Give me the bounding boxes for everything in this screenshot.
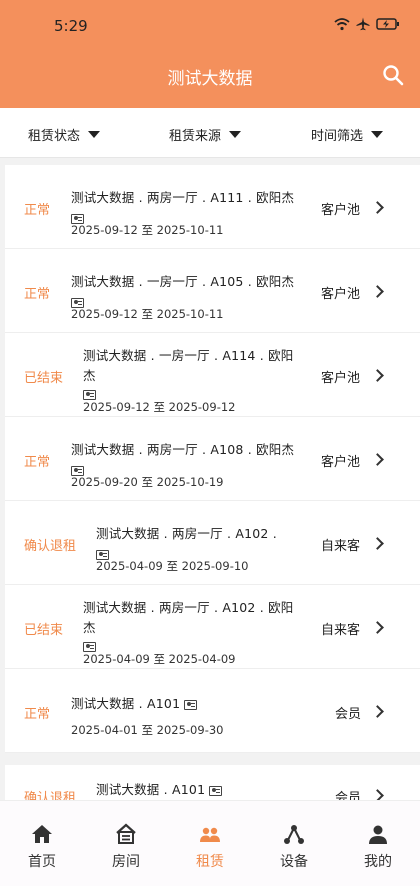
- filter-label: 租赁来源: [169, 129, 222, 144]
- filter-label: 租赁状态: [28, 129, 81, 144]
- caret-down-icon: [229, 131, 242, 138]
- lease-dates: 2025-04-01 至 2025-09-30: [71, 723, 224, 737]
- lease-info: 测试大数据 . A101 2025-04-01 至 2025-09-30: [71, 693, 223, 738]
- lease-source: 自来客: [321, 539, 361, 554]
- airplane-icon: [356, 17, 370, 31]
- lease-row[interactable]: 正常 测试大数据 . 一房一厅 . A105 . 欧阳杰 2025-09-12 …: [5, 249, 420, 333]
- lease-title-line: 测试大数据 . A101: [71, 693, 223, 712]
- caret-down-icon: [88, 131, 101, 138]
- lease-title: 测试大数据 . 一房一厅 . A105 . 欧阳杰: [71, 274, 295, 289]
- id-card-icon: [83, 389, 96, 400]
- lease-row[interactable]: 已结束 测试大数据 . 两房一厅 . A102 . 欧阳 杰 2025-04-0…: [5, 585, 420, 669]
- id-card-icon: [71, 465, 84, 476]
- lease-source: 会员: [335, 707, 362, 722]
- lease-title-line: 测试大数据 . A101: [96, 779, 223, 798]
- lease-title: 测试大数据 . 两房一厅 . A111 . 欧阳杰: [71, 190, 295, 205]
- lease-dates: 2025-04-09 至 2025-04-09: [83, 652, 236, 666]
- tab-label: 房间: [112, 854, 140, 870]
- profile-icon: [369, 825, 387, 844]
- lease-title: 测试大数据 . 两房一厅 . A102 . 欧阳: [83, 600, 294, 615]
- lease-row[interactable]: 正常 测试大数据 . A101 2025-04-01 至 2025-09-30 …: [5, 669, 420, 753]
- lease-status: 已结束: [24, 623, 64, 638]
- lease-info: 测试大数据 . 一房一厅 . A105 . 欧阳杰 2025-09-12 至 2…: [71, 271, 294, 322]
- tab-room[interactable]: 房间: [84, 801, 168, 886]
- lease-info: 测试大数据 . 两房一厅 . A102 . 2025-04-09 至 2025-…: [96, 523, 277, 574]
- chevron-right-icon: [371, 705, 384, 718]
- lease-row[interactable]: 正常 测试大数据 . 两房一厅 . A111 . 欧阳杰 2025-09-12 …: [5, 165, 420, 249]
- lease-status: 正常: [24, 707, 51, 722]
- lease-dates: 2025-04-09 至 2025-09-10: [96, 559, 249, 573]
- tab-label: 租赁: [196, 854, 224, 870]
- filter-label: 时间筛选: [311, 129, 364, 144]
- filter-lease-source[interactable]: 租赁来源: [169, 125, 242, 144]
- lease-title: 测试大数据 . A101: [96, 782, 206, 797]
- lease-source: 客户池: [321, 287, 361, 302]
- chevron-right-icon: [371, 285, 384, 298]
- lease-dates: 2025-09-12 至 2025-10-11: [71, 223, 224, 237]
- lease-status: 正常: [24, 203, 51, 218]
- lease-status: 正常: [24, 287, 51, 302]
- lease-title: 测试大数据 . 两房一厅 . A108 . 欧阳杰: [71, 442, 295, 457]
- lease-dates: 2025-09-12 至 2025-09-12: [83, 400, 236, 414]
- lease-info: 测试大数据 . A101: [96, 779, 223, 798]
- lease-dates: 2025-09-20 至 2025-10-19: [71, 475, 224, 489]
- chevron-right-icon: [371, 201, 384, 214]
- lease-info: 测试大数据 . 两房一厅 . A111 . 欧阳杰 2025-09-12 至 2…: [71, 187, 294, 238]
- room-icon: [116, 823, 136, 844]
- id-card-icon: [184, 699, 198, 710]
- chevron-right-icon: [371, 537, 384, 550]
- home-icon: [32, 825, 52, 843]
- lease-info: 测试大数据 . 两房一厅 . A102 . 欧阳 杰 2025-04-09 至 …: [83, 597, 293, 667]
- chevron-right-icon: [371, 621, 384, 634]
- lease-info: 测试大数据 . 一房一厅 . A114 . 欧阳 杰 2025-09-12 至 …: [83, 345, 293, 415]
- lease-source: 客户池: [321, 455, 361, 470]
- tab-profile[interactable]: 我的: [336, 801, 420, 886]
- lease-title: 测试大数据 . 两房一厅 . A102 .: [96, 526, 277, 541]
- lease-title-wrap: 杰: [83, 620, 96, 635]
- id-card-icon: [71, 213, 84, 224]
- filter-time[interactable]: 时间筛选: [311, 125, 384, 144]
- tab-label: 首页: [28, 854, 56, 870]
- tab-lease[interactable]: 租赁: [168, 801, 252, 886]
- lease-source: 客户池: [321, 203, 361, 218]
- lease-info: 测试大数据 . 两房一厅 . A108 . 欧阳杰 2025-09-20 至 2…: [71, 439, 294, 490]
- tab-device[interactable]: 设备: [252, 801, 336, 886]
- lease-row[interactable]: 正常 测试大数据 . 两房一厅 . A108 . 欧阳杰 2025-09-20 …: [5, 417, 420, 501]
- filter-bar: 租赁状态 租赁来源 时间筛选: [0, 108, 420, 158]
- battery-icon: [376, 18, 399, 30]
- wifi-icon: [334, 17, 350, 30]
- lease-row[interactable]: 已结束 测试大数据 . 一房一厅 . A114 . 欧阳 杰 2025-09-1…: [5, 333, 420, 417]
- lease-status: 确认退租: [24, 539, 77, 554]
- lease-source: 自来客: [321, 623, 361, 638]
- id-card-icon: [83, 641, 96, 652]
- lease-title-wrap: 杰: [83, 368, 96, 383]
- lease-title: 测试大数据 . A101: [71, 696, 181, 711]
- id-card-icon: [96, 549, 109, 560]
- lease-status: 已结束: [24, 371, 64, 386]
- lease-row[interactable]: 确认退租 测试大数据 . 两房一厅 . A102 . 2025-04-09 至 …: [5, 501, 420, 585]
- lease-dates: 2025-09-12 至 2025-10-11: [71, 307, 224, 321]
- status-icons: [334, 17, 400, 31]
- tab-label: 我的: [364, 854, 392, 870]
- lease-icon: [200, 827, 220, 842]
- status-time: 5:29: [54, 17, 88, 35]
- caret-down-icon: [371, 131, 384, 138]
- tab-label: 设备: [280, 854, 308, 870]
- lease-source: 客户池: [321, 371, 361, 386]
- tab-home[interactable]: 首页: [0, 801, 84, 886]
- page-title: 测试大数据: [167, 69, 253, 89]
- search-icon[interactable]: [382, 64, 404, 86]
- lease-title: 测试大数据 . 一房一厅 . A114 . 欧阳: [83, 348, 294, 363]
- bottom-tab-bar: 首页 房间 租赁 设备 我的: [0, 800, 420, 886]
- lease-status: 正常: [24, 455, 51, 470]
- id-card-icon: [71, 297, 84, 308]
- id-card-icon: [209, 785, 223, 796]
- app-header: 5:29 测试大数据: [0, 0, 420, 108]
- chevron-right-icon: [371, 453, 384, 466]
- chevron-right-icon: [371, 369, 384, 382]
- device-icon: [284, 825, 304, 844]
- filter-lease-status[interactable]: 租赁状态: [28, 125, 101, 144]
